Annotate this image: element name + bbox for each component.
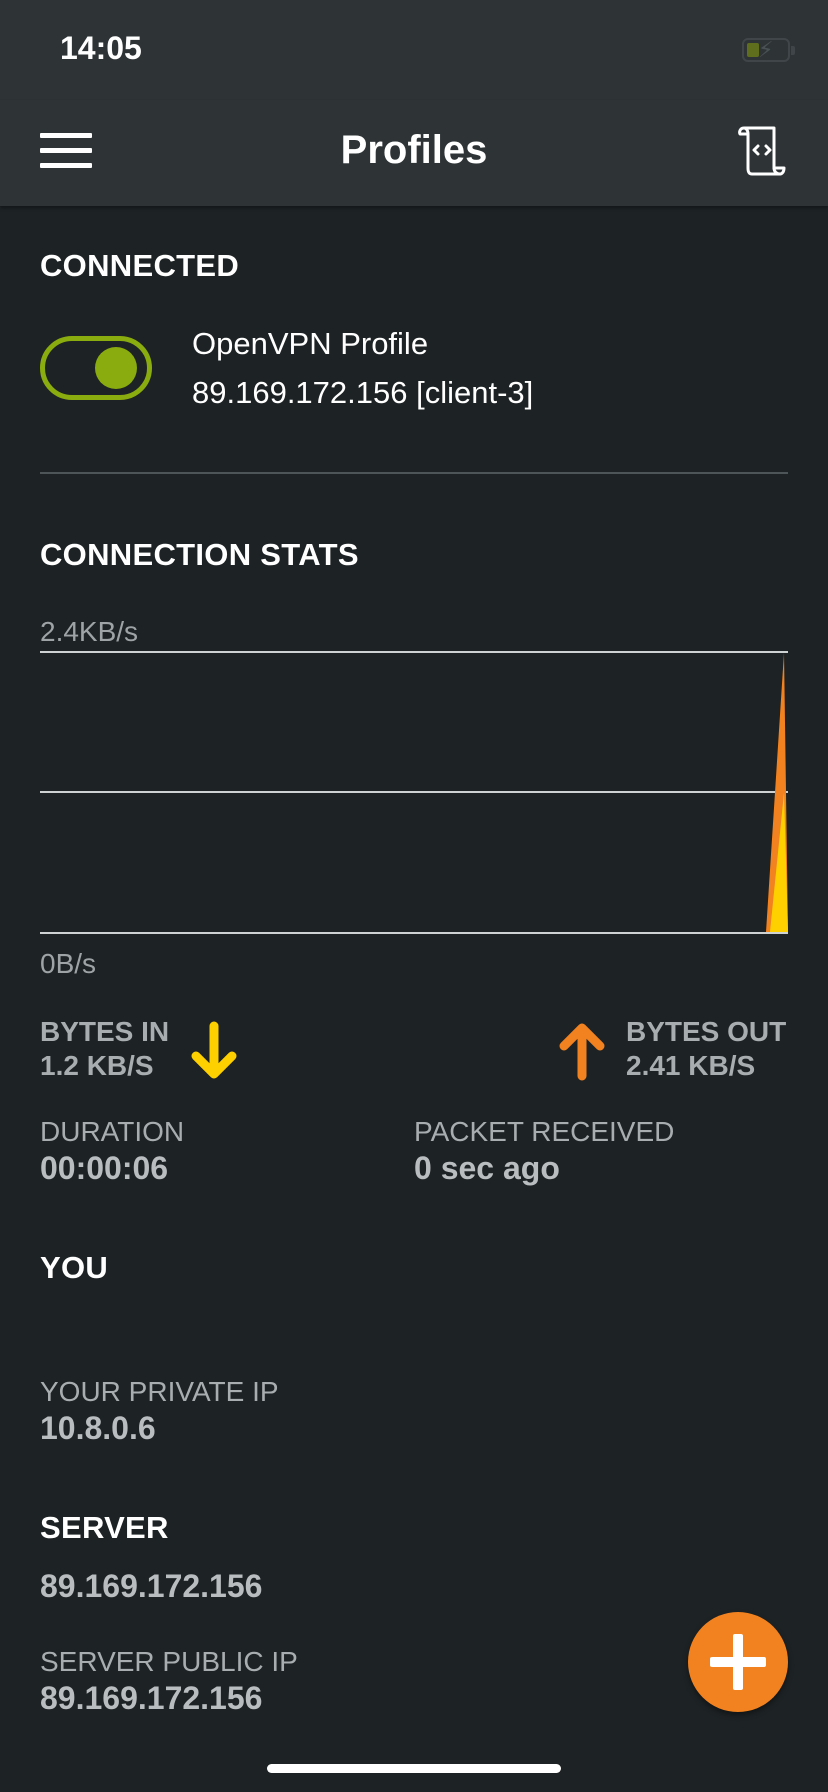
bytes-in-value: 1.2 KB/S (40, 1050, 154, 1081)
add-profile-button[interactable] (688, 1612, 788, 1712)
you-heading: YOU (40, 1250, 109, 1285)
arrow-down-icon (191, 1021, 237, 1079)
status-bar: 14:05 ⚡ (0, 0, 828, 100)
battery-icon: ⚡ (742, 37, 795, 62)
home-indicator (267, 1764, 561, 1773)
log-scroll-icon[interactable] (734, 122, 790, 178)
divider (40, 472, 788, 474)
profile-detail: 89.169.172.156 [client-3] (192, 375, 534, 410)
duration-label: DURATION (40, 1116, 185, 1147)
private-ip-label: YOUR PRIVATE IP (40, 1376, 279, 1407)
chart-max-label: 2.4KB/s (40, 616, 139, 647)
connection-stats-heading: CONNECTION STATS (40, 537, 359, 572)
packet-received-label: PACKET RECEIVED (414, 1116, 675, 1147)
nav-bar: Profiles (0, 100, 828, 206)
packet-received-value: 0 sec ago (414, 1150, 560, 1186)
arrow-up-icon (559, 1023, 605, 1081)
toggle-knob (95, 347, 137, 389)
bytes-out-value: 2.41 KB/S (626, 1050, 756, 1081)
duration-value: 00:00:06 (40, 1150, 169, 1186)
server-public-ip-value: 89.169.172.156 (40, 1680, 263, 1716)
vpn-connection-toggle[interactable] (40, 336, 152, 400)
status-time: 14:05 (60, 30, 142, 66)
bytes-out-label: BYTES OUT (626, 1016, 787, 1047)
profile-name[interactable]: OpenVPN Profile (192, 326, 428, 362)
page-title: Profiles (340, 128, 488, 172)
server-heading: SERVER (40, 1510, 169, 1545)
traffic-chart (40, 651, 788, 934)
charging-bolt-icon: ⚡ (758, 37, 774, 62)
bytes-in-label: BYTES IN (40, 1016, 170, 1047)
server-address: 89.169.172.156 (40, 1568, 263, 1604)
server-public-ip-label: SERVER PUBLIC IP (40, 1646, 298, 1677)
traffic-area-series-2 (40, 793, 788, 932)
chart-min-label: 0B/s (40, 948, 97, 979)
private-ip-value: 10.8.0.6 (40, 1410, 156, 1446)
connected-heading: CONNECTED (40, 248, 240, 283)
